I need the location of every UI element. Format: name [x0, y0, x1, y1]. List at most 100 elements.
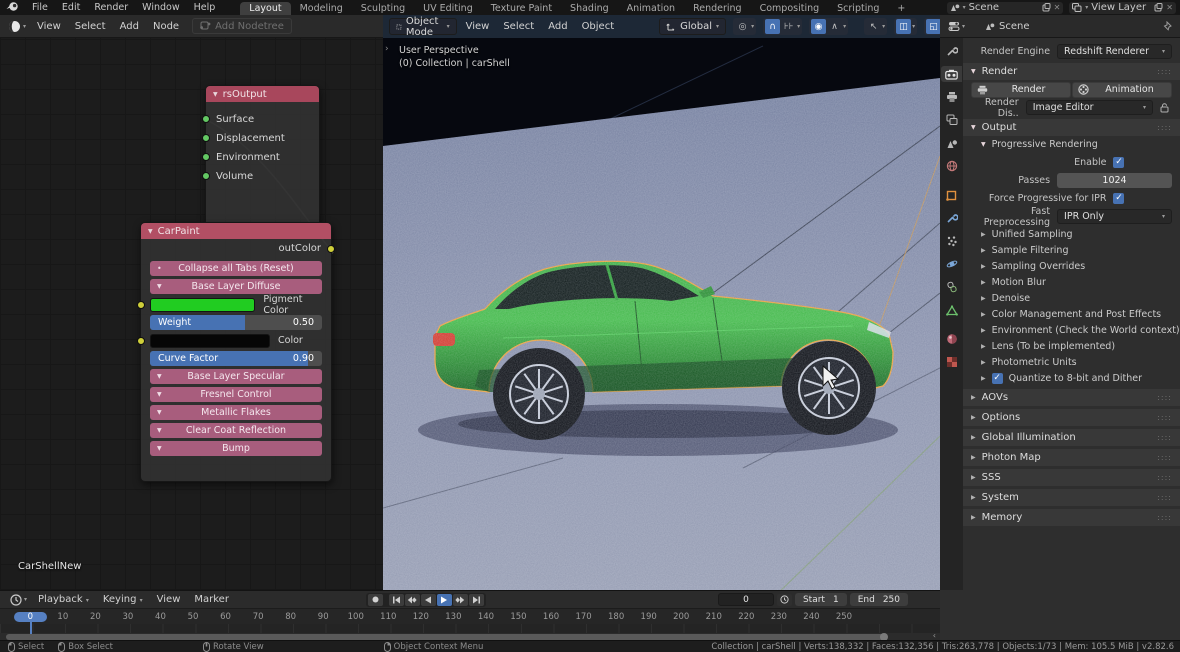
tab-material[interactable]: [941, 331, 962, 347]
node-editor-menu-item[interactable]: Add: [113, 21, 146, 32]
collapsed-panel-header[interactable]: ▶ Photon Map ::::: [963, 449, 1180, 466]
shader-tab-button[interactable]: ▼ Fresnel Control: [150, 387, 322, 402]
new-datablock-icon[interactable]: [1154, 3, 1163, 12]
frame-number[interactable]: 110: [372, 612, 405, 622]
workspace-tab[interactable]: Rendering: [684, 2, 751, 15]
show-gizmo-icon[interactable]: ↖: [866, 19, 881, 34]
force-progressive-checkbox[interactable]: ✓: [1113, 193, 1124, 204]
input-socket[interactable]: [202, 115, 210, 123]
input-socket[interactable]: [202, 134, 210, 142]
workspace-tab[interactable]: Modeling: [291, 2, 352, 15]
input-socket[interactable]: [202, 172, 210, 180]
node-carpaint[interactable]: ▼ CarPaint outColor • Collapse all Tabs …: [140, 222, 332, 482]
frame-number[interactable]: 190: [632, 612, 665, 622]
workspace-tab[interactable]: Sculpting: [352, 2, 414, 15]
collapsed-subpanel[interactable]: ▶ Denoise: [963, 290, 1180, 306]
tab-physics[interactable]: [941, 256, 962, 272]
play-button[interactable]: [437, 594, 452, 606]
collapsed-panel-header[interactable]: ▶ SSS ::::: [963, 469, 1180, 486]
frame-number[interactable]: 230: [763, 612, 796, 622]
editor-type-selector[interactable]: ▾: [944, 18, 969, 35]
tab-particles[interactable]: [941, 233, 962, 249]
shader-tab-button[interactable]: ▼ Metallic Flakes: [150, 405, 322, 420]
quantize-subpanel[interactable]: ▶ ✓ Quantize to 8-bit and Dither: [963, 370, 1180, 386]
timeline-track[interactable]: [0, 624, 940, 633]
collapsed-panel-header[interactable]: ▶ Global Illumination ::::: [963, 429, 1180, 446]
input-socket[interactable]: [137, 301, 145, 309]
tab-object-data[interactable]: [941, 302, 962, 318]
frame-number[interactable]: 130: [437, 612, 470, 622]
workspace-tab[interactable]: UV Editing: [414, 2, 482, 15]
frame-number[interactable]: 140: [470, 612, 503, 622]
drag-grip-icon[interactable]: ::::: [1157, 67, 1172, 76]
frame-number[interactable]: 50: [177, 612, 210, 622]
jump-to-start-button[interactable]: [389, 594, 404, 606]
node-editor-menu-item[interactable]: View: [30, 21, 68, 32]
workspace-tab[interactable]: Compositing: [751, 2, 829, 15]
playback-menu[interactable]: Playback ▾: [31, 594, 96, 605]
frame-number[interactable]: 80: [274, 612, 307, 622]
workspace-tab[interactable]: Layout: [240, 2, 290, 15]
frame-number[interactable]: 90: [307, 612, 340, 622]
topbar-menu-item[interactable]: File: [25, 2, 55, 13]
output-panel-header[interactable]: ▼ Output ::::: [963, 119, 1180, 136]
node-rsoutput[interactable]: ▼ rsOutput Surface Displacement Environm…: [205, 85, 320, 228]
collapsed-panel-header[interactable]: ▶ System ::::: [963, 489, 1180, 506]
collapsed-subpanel[interactable]: ▶ Environment (Check the World context): [963, 322, 1180, 338]
topbar-menu-item[interactable]: Help: [187, 2, 223, 13]
frame-number[interactable]: 10: [47, 612, 80, 622]
drag-grip-icon[interactable]: ::::: [1157, 433, 1172, 442]
render-display-dropdown[interactable]: Image Editor ▾: [1026, 100, 1153, 115]
node-carpaint-header[interactable]: ▼ CarPaint: [141, 223, 331, 239]
tab-scene[interactable]: [941, 135, 962, 151]
view-layer-selector[interactable]: ▾ View Layer ✕: [1069, 2, 1176, 14]
frame-number[interactable]: 20: [79, 612, 112, 622]
proportional-editing-icon[interactable]: ◉: [811, 19, 826, 34]
frame-number[interactable]: 250: [828, 612, 861, 622]
next-keyframe-button[interactable]: [453, 594, 468, 606]
drag-grip-icon[interactable]: ::::: [1157, 123, 1172, 132]
unlink-icon[interactable]: ✕: [1166, 3, 1173, 12]
weight-slider[interactable]: Weight 0.50: [150, 315, 322, 330]
view-menu[interactable]: View: [150, 594, 188, 605]
viewport-menu-item[interactable]: Object: [575, 21, 622, 32]
node-editor-menu-item[interactable]: Node: [146, 21, 186, 32]
render-button[interactable]: Render: [971, 82, 1071, 98]
frame-number[interactable]: 60: [209, 612, 242, 622]
collapsed-panel-header[interactable]: ▶ Options ::::: [963, 409, 1180, 426]
pivot-point-icon[interactable]: ◎: [735, 19, 750, 34]
workspace-tab[interactable]: Scripting: [828, 2, 888, 15]
node-rsoutput-header[interactable]: ▼ rsOutput: [206, 86, 319, 102]
use-preview-range-icon[interactable]: [777, 594, 792, 606]
viewport-menu-item[interactable]: View: [459, 21, 497, 32]
color-swatch[interactable]: [150, 334, 270, 348]
end-frame-field[interactable]: End 250: [850, 593, 908, 606]
transform-orientation-selector[interactable]: Global ▾: [659, 18, 726, 35]
animation-button[interactable]: Animation: [1072, 82, 1172, 98]
frame-number[interactable]: 180: [600, 612, 633, 622]
render-engine-dropdown[interactable]: Redshift Renderer ▾: [1057, 44, 1172, 59]
frame-number[interactable]: 210: [697, 612, 730, 622]
tab-view-layer[interactable]: [941, 112, 962, 128]
collapsed-subpanel[interactable]: ▶ Motion Blur: [963, 274, 1180, 290]
show-overlays-icon[interactable]: ◫: [896, 19, 911, 34]
collapse-all-tabs-button[interactable]: • Collapse all Tabs (Reset): [150, 261, 322, 276]
shader-node-editor[interactable]: ▼ rsOutput Surface Displacement Environm…: [0, 38, 383, 590]
viewport-menu-item[interactable]: Select: [496, 21, 541, 32]
lock-interface-icon[interactable]: [1156, 100, 1172, 115]
frame-number[interactable]: 160: [535, 612, 568, 622]
base-layer-diffuse-button[interactable]: ▼ Base Layer Diffuse: [150, 279, 322, 294]
record-button[interactable]: [368, 594, 383, 606]
collapse-icon[interactable]: ▼: [213, 91, 218, 98]
current-frame-field[interactable]: 0: [718, 593, 774, 606]
play-reverse-button[interactable]: [421, 594, 436, 606]
shader-tab-button[interactable]: ▼ Clear Coat Reflection: [150, 423, 322, 438]
start-frame-field[interactable]: Start 1: [795, 593, 847, 606]
frame-number[interactable]: 100: [339, 612, 372, 622]
blender-logo-icon[interactable]: [0, 1, 25, 15]
collapsed-panel-header[interactable]: ▶ Memory ::::: [963, 509, 1180, 526]
topbar-menu-item[interactable]: Render: [87, 2, 135, 13]
tab-constraints[interactable]: [941, 279, 962, 295]
collapsed-subpanel[interactable]: ▶ Lens (To be implemented): [963, 338, 1180, 354]
curve-factor-slider[interactable]: Curve Factor 0.90: [150, 351, 322, 366]
